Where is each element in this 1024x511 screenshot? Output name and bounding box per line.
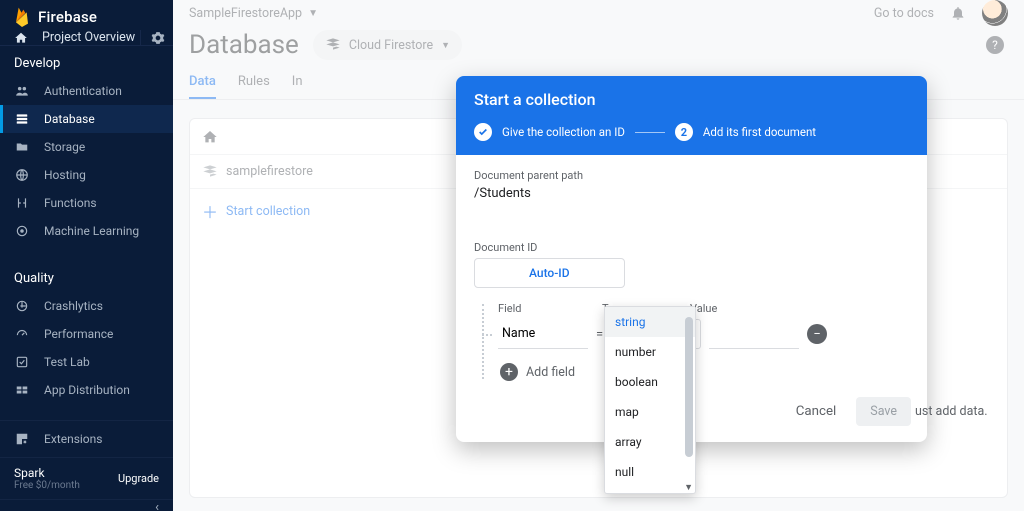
auto-id-button[interactable]: Auto-ID (474, 258, 625, 288)
sidebar-item-label: Hosting (44, 168, 86, 182)
brand-text: Firebase (38, 8, 97, 26)
project-overview-label: Project Overview (42, 30, 135, 45)
main-content: SampleFirestoreApp ▼ Go to docs Database… (173, 0, 1024, 511)
firebase-logo-icon (14, 6, 30, 28)
step-connector (635, 132, 665, 133)
step1-badge (474, 123, 492, 141)
ml-icon (14, 223, 30, 239)
cancel-button[interactable]: Cancel (786, 398, 847, 425)
sidebar-item-label: Storage (44, 140, 85, 154)
plan-name: Spark (14, 466, 80, 480)
background-hint-text: ust add data. (915, 404, 988, 419)
crash-icon (14, 298, 30, 314)
chevron-left-icon: ‹ (155, 500, 159, 511)
parent-path-value: /Students (474, 186, 909, 201)
type-option-map[interactable]: map (605, 397, 695, 427)
sidebar-item-storage[interactable]: Storage (0, 133, 173, 161)
sidebar-item-app-distribution[interactable]: App Distribution (0, 376, 173, 404)
sidebar-item-label: Test Lab (44, 355, 90, 369)
step2-label: Add its first document (703, 125, 816, 139)
modal-steps: Give the collection an ID 2 Add its firs… (474, 123, 909, 141)
scrollbar-thumb[interactable] (685, 317, 693, 457)
sidebar-item-label: App Distribution (44, 383, 130, 397)
sidebar: Firebase Project Overview Develop Authen… (0, 0, 173, 511)
value-input[interactable] (709, 319, 799, 349)
section-quality-title: Quality (0, 261, 173, 292)
field-header: Field (498, 302, 602, 315)
type-option-number[interactable]: number (605, 337, 695, 367)
sidebar-item-crashlytics[interactable]: Crashlytics (0, 292, 173, 320)
section-develop-title: Develop (0, 46, 173, 77)
dropdown-scrollbar[interactable] (685, 317, 693, 491)
doc-id-label: Document ID (474, 241, 909, 254)
testlab-icon (14, 354, 30, 370)
sidebar-item-test-lab[interactable]: Test Lab (0, 348, 173, 376)
plan-detail: Free $0/month (14, 480, 80, 491)
check-icon (478, 127, 488, 137)
sidebar-item-hosting[interactable]: Hosting (0, 161, 173, 189)
type-option-array[interactable]: array (605, 427, 695, 457)
sidebar-item-functions[interactable]: Functions (0, 189, 173, 217)
storage-icon (14, 139, 30, 155)
parent-path-label: Document parent path (474, 169, 909, 182)
field-name-input[interactable] (498, 319, 588, 349)
type-option-string[interactable]: string (605, 307, 695, 337)
modal-header: Start a collection Give the collection a… (456, 76, 927, 155)
sidebar-item-label: Machine Learning (44, 224, 139, 238)
field-row: = string ▲ − (498, 319, 909, 349)
remove-field-button[interactable]: − (807, 324, 827, 344)
extensions-icon (14, 431, 30, 447)
save-button[interactable]: Save (856, 397, 911, 426)
value-header: Value (690, 302, 770, 315)
sidebar-item-label: Authentication (44, 84, 122, 98)
add-field-button[interactable]: + Add field (498, 363, 909, 381)
type-option-boolean[interactable]: boolean (605, 367, 695, 397)
sidebar-footer: Spark Free $0/month Upgrade (0, 457, 173, 499)
home-icon (14, 31, 28, 45)
auth-icon (14, 83, 30, 99)
sidebar-item-authentication[interactable]: Authentication (0, 77, 173, 105)
sidebar-item-database[interactable]: Database (0, 105, 173, 133)
scroll-down-icon[interactable]: ▼ (684, 482, 693, 493)
sidebar-item-label: Crashlytics (44, 299, 103, 313)
functions-icon (14, 195, 30, 211)
db-icon (14, 111, 30, 127)
perf-icon (14, 326, 30, 342)
sidebar-collapse[interactable]: ‹ (0, 499, 173, 511)
type-option-null[interactable]: null (605, 457, 695, 487)
equals-sign: = (596, 327, 603, 342)
sidebar-item-machine-learning[interactable]: Machine Learning (0, 217, 173, 245)
minus-icon: − (813, 328, 820, 341)
type-dropdown: ▲ stringnumberbooleanmaparraynulltimesta… (604, 306, 696, 494)
sidebar-item-label: Database (44, 112, 95, 126)
step2-badge: 2 (675, 123, 693, 141)
modal-title: Start a collection (474, 90, 909, 109)
firebase-brand: Firebase (0, 0, 173, 30)
sidebar-item-label: Performance (44, 327, 113, 341)
sidebar-project-overview[interactable]: Project Overview (0, 30, 173, 46)
sidebar-item-extensions[interactable]: Extensions (0, 425, 173, 453)
extensions-label: Extensions (44, 432, 102, 446)
plus-circle-icon: + (500, 363, 518, 381)
appdist-icon (14, 382, 30, 398)
settings-gear[interactable] (140, 30, 165, 45)
step1-label: Give the collection an ID (502, 125, 625, 139)
type-option-timestamp[interactable]: timestamp (605, 487, 695, 493)
sidebar-item-performance[interactable]: Performance (0, 320, 173, 348)
sidebar-item-label: Functions (44, 196, 97, 210)
add-field-label: Add field (526, 365, 575, 380)
gear-icon (151, 31, 165, 45)
hosting-icon (14, 167, 30, 183)
upgrade-button[interactable]: Upgrade (118, 472, 159, 485)
